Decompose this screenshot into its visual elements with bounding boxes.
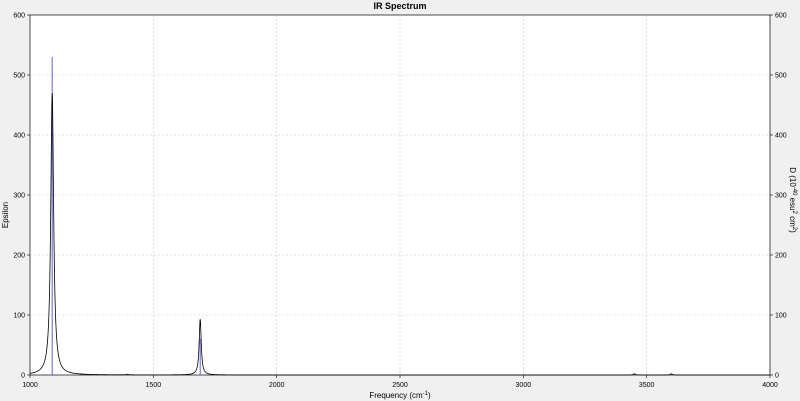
chart-title: IR Spectrum (373, 1, 426, 11)
x-tick-label: 2500 (392, 382, 408, 389)
y-tick-label: 400 (13, 133, 25, 140)
y-right-tick-label: 0 (775, 373, 779, 380)
y-right-tick-label: 200 (775, 253, 787, 260)
y-right-tick-label: 400 (775, 133, 787, 140)
x-tick-label: 3000 (516, 382, 532, 389)
y-tick-label: 500 (13, 73, 25, 80)
chart-svg: IR Spectrum 1000 1500 2000 2500 3000 3500 4000… (1, 1, 797, 400)
y-axis-right-label: D (10-40 esu2 cm2) (788, 167, 797, 233)
x-tick-label: 4000 (762, 382, 778, 389)
x-tick-label: 1000 (22, 382, 38, 389)
y-right-tick-label: 100 (775, 313, 787, 320)
y-tick-label: 0 (21, 373, 25, 380)
y-tick-label: 300 (13, 193, 25, 200)
x-axis-label: Frequency (cm-1) (369, 391, 431, 400)
ir-spectrum-chart: IR Spectrum 1000 1500 2000 2500 3000 3500 4000… (0, 0, 800, 401)
x-tick-label: 3500 (639, 382, 655, 389)
x-tick-label: 1500 (146, 382, 162, 389)
y-right-tick-label: 300 (775, 193, 787, 200)
y-tick-label: 600 (13, 13, 25, 20)
y-tick-label: 100 (13, 313, 25, 320)
y-axis-label: Epsilon (1, 202, 10, 228)
y-tick-label: 200 (13, 253, 25, 260)
y-right-tick-label: 500 (775, 73, 787, 80)
x-tick-label: 2000 (269, 382, 285, 389)
y-right-tick-label: 600 (775, 13, 787, 20)
